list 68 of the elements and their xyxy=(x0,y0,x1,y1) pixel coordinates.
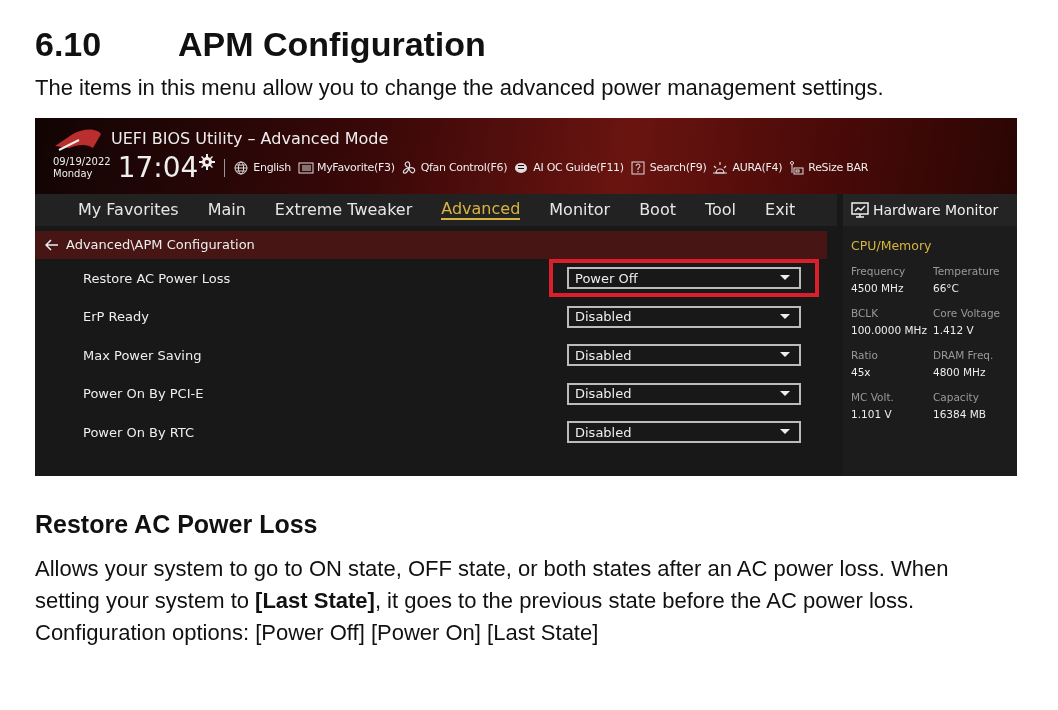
settings-icon xyxy=(199,153,216,170)
menu-tab[interactable]: Main xyxy=(207,200,246,220)
subsection-title: Restore AC Power Loss xyxy=(35,509,319,539)
day-text: Monday xyxy=(53,167,94,180)
intro-text: The items in this menu allow you to change the advanced power management settings. xyxy=(35,75,885,102)
menu-tab[interactable]: Boot xyxy=(639,200,676,220)
caret-icon xyxy=(780,390,790,397)
toolbar-button[interactable]: MyFavorite(F3) xyxy=(297,160,395,175)
dropdown[interactable]: Disabled xyxy=(567,305,801,328)
toolbar-button[interactable]: English xyxy=(234,160,291,175)
menu-tab[interactable]: Exit xyxy=(765,200,796,220)
monitor-title: Hardware Monitor xyxy=(873,201,999,218)
caret-icon xyxy=(780,313,790,320)
dropdown[interactable]: Disabled xyxy=(567,382,801,405)
paragraph: Configuration options: [Power Off] [Power On] [Last State] xyxy=(35,618,600,647)
menu-tab[interactable]: Tool xyxy=(704,200,737,220)
paragraph: Allows your system to go to ON state, OFF state, or both states after an AC power loss. When setting your system to [Last State], it goes to the previous state before the AC power loss. xyxy=(35,554,950,615)
dropdown[interactable]: Disabled xyxy=(567,344,801,367)
list-icon xyxy=(297,160,314,175)
dropdown[interactable]: Power Off xyxy=(567,267,801,290)
caret-icon xyxy=(780,352,790,359)
breadcrumb-text: Advanced\APM Configuration xyxy=(66,237,255,253)
reading-value: 66°C xyxy=(933,281,960,294)
reading-value: 16384 MB xyxy=(933,407,987,420)
toolbar-button[interactable]: AI OC Guide(F11) xyxy=(514,160,624,175)
menu-tab[interactable]: My Favorites xyxy=(78,200,179,220)
clock-time: 17:04 xyxy=(117,153,199,182)
toolbar-button[interactable]: ReSize BAR xyxy=(789,160,868,175)
date-text: 09/19/2022 xyxy=(53,156,111,168)
setting-label: Max Power Saving xyxy=(83,347,203,363)
reading-label: DRAM Freq. xyxy=(933,348,995,361)
aura-icon xyxy=(713,160,730,175)
caret-icon xyxy=(780,275,790,282)
toolbar-button[interactable]: Search(F9) xyxy=(630,160,707,175)
reading-value: 100.0000 MHz xyxy=(851,323,928,336)
dropdown[interactable]: Disabled xyxy=(567,421,801,444)
reading-value: 4500 MHz xyxy=(851,281,905,294)
menu-tab[interactable]: Monitor xyxy=(549,200,611,220)
toolbar-button[interactable]: Qfan Control(F6) xyxy=(401,160,508,175)
section-title: APM Configuration xyxy=(178,26,486,64)
reading-label: MC Volt. xyxy=(851,390,895,403)
reading-label: Capacity xyxy=(933,390,980,403)
reading-label: Frequency xyxy=(851,264,907,277)
section-number: 6.10 xyxy=(35,26,103,64)
setting-label: Power On By PCI-E xyxy=(83,386,205,402)
toolbar-button[interactable]: AURA(F4) xyxy=(713,160,783,175)
reading-value: 1.412 V xyxy=(933,323,975,336)
caret-icon xyxy=(780,429,790,436)
reading-label: Core Voltage xyxy=(933,306,1002,319)
back-arrow-icon xyxy=(45,238,59,251)
reading-label: BCLK xyxy=(851,306,880,319)
card-icon xyxy=(789,160,806,175)
help-icon xyxy=(630,160,647,175)
bios-title: UEFI BIOS Utility – Advanced Mode xyxy=(111,129,389,149)
reading-label: Temperature xyxy=(933,264,1001,277)
group-title: CPU/Memory xyxy=(850,236,933,255)
reading-value: 4800 MHz xyxy=(933,365,987,378)
reading-value: 45x xyxy=(851,365,872,378)
reading-value: 1.101 V xyxy=(851,407,893,420)
setting-label: Restore AC Power Loss xyxy=(83,270,232,286)
setting-label: ErP Ready xyxy=(83,309,150,325)
menu-tab[interactable]: Extreme Tweaker xyxy=(274,200,413,220)
fan-icon xyxy=(401,160,418,175)
setting-label: Power On By RTC xyxy=(83,424,196,440)
menu-tab[interactable]: Advanced xyxy=(441,199,521,221)
reading-label: Ratio xyxy=(851,348,879,361)
globe-icon xyxy=(234,160,251,175)
monitor-icon xyxy=(851,201,869,218)
